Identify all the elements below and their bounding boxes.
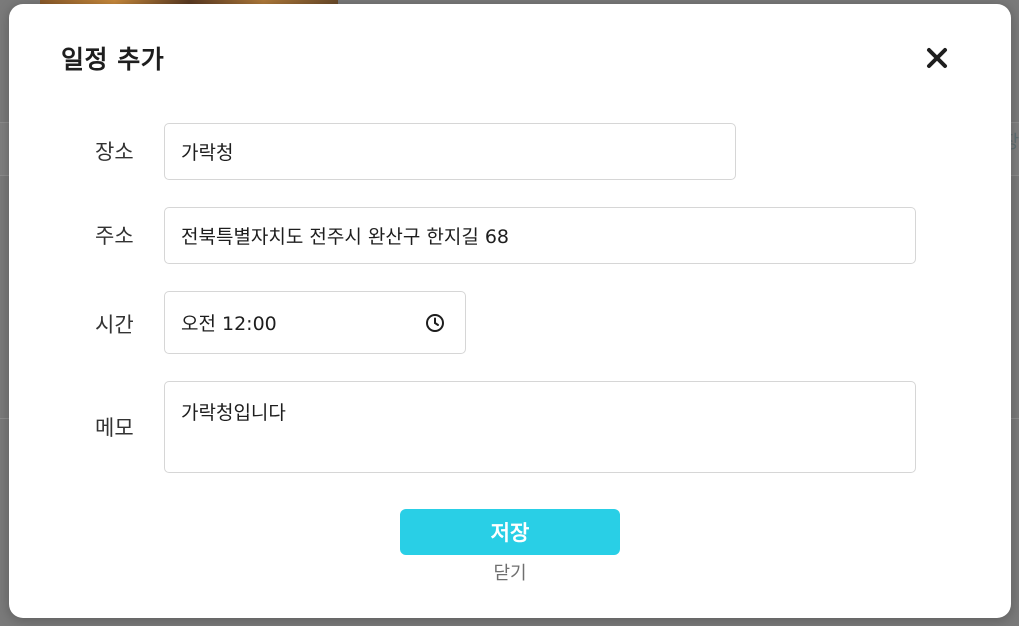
address-value: 전북특별자치도 전주시 완산구 한지길 68	[181, 226, 510, 248]
address-input[interactable]: 전북특별자치도 전주시 완산구 한지길 68	[164, 207, 916, 264]
address-label: 주소	[95, 224, 134, 248]
memo-textarea[interactable]: 가락청입니다	[164, 381, 916, 473]
clock-icon[interactable]	[425, 313, 445, 333]
close-button[interactable]: 닫기	[400, 559, 620, 585]
place-label: 장소	[95, 140, 134, 164]
time-label: 시간	[95, 313, 134, 337]
memo-value: 가락청입니다	[181, 402, 286, 424]
memo-label: 메모	[95, 416, 134, 440]
add-schedule-modal: 일정 추가 장소 가락청 주소 전북특별자치도 전주시 완산구 한지길 68 시…	[9, 4, 1011, 618]
modal-title: 일정 추가	[61, 45, 165, 74]
save-button[interactable]: 저장	[400, 509, 620, 555]
place-input[interactable]: 가락청	[164, 123, 736, 180]
close-icon[interactable]	[921, 42, 953, 74]
place-value: 가락청	[181, 142, 234, 164]
time-value: 오전 12:00	[181, 313, 277, 335]
time-input[interactable]: 오전 12:00	[164, 291, 466, 354]
